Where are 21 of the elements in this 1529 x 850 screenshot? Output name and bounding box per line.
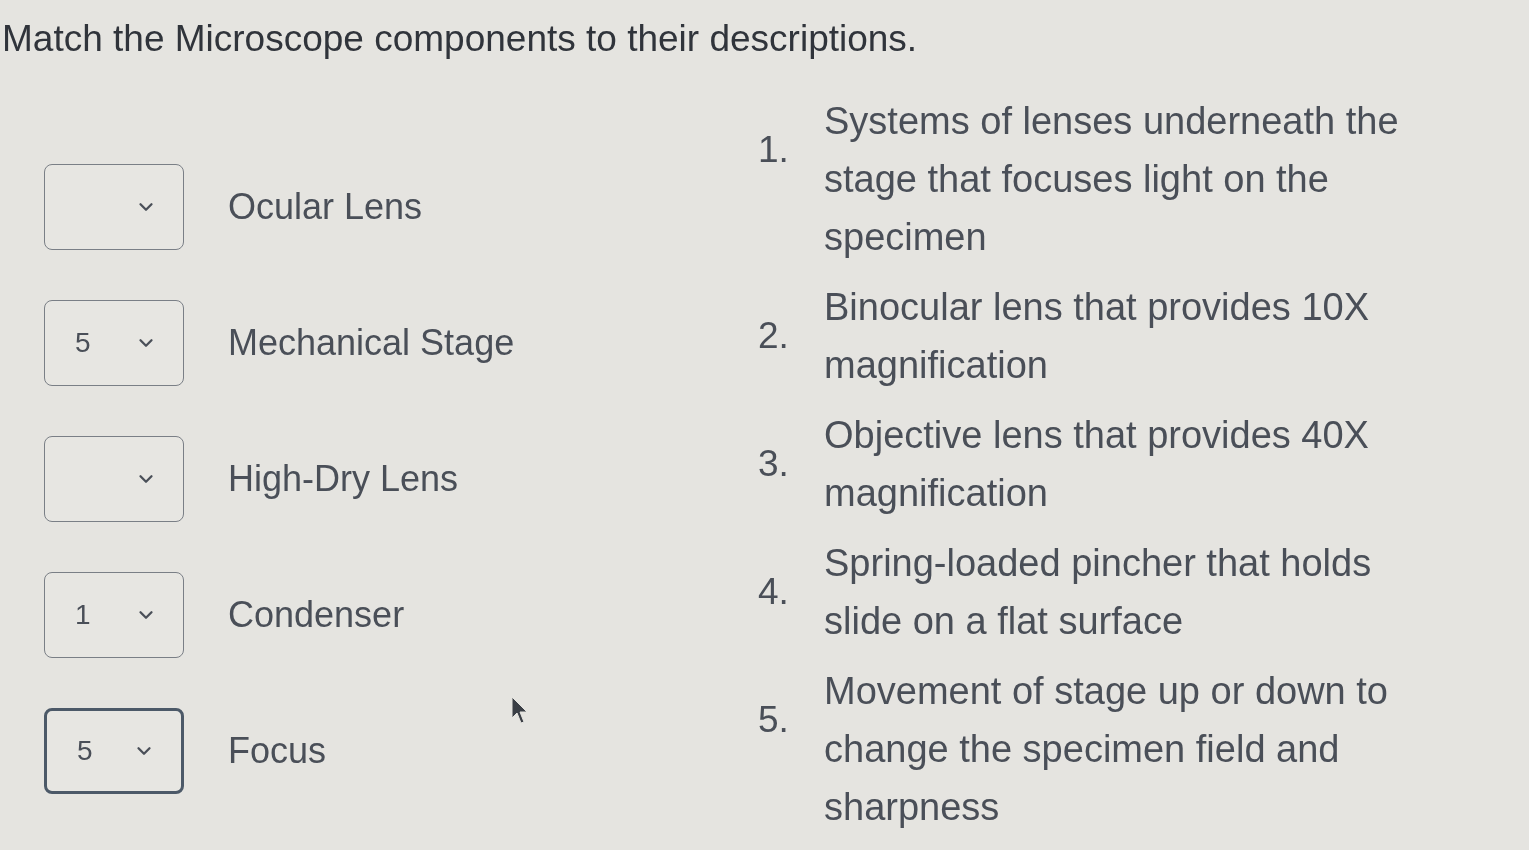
description-text: Binocular lens that provides 10X magnification bbox=[824, 285, 1370, 388]
description-text: Spring-loaded pincher that holds slide on a flat surface bbox=[824, 541, 1373, 644]
answer-dropdown[interactable]: 1 bbox=[44, 572, 184, 658]
component-label: Ocular Lens bbox=[228, 185, 423, 229]
item-number: 1. bbox=[758, 130, 790, 172]
component-label: Mechanical Stage bbox=[228, 321, 515, 365]
component-label: High-Dry Lens bbox=[228, 457, 459, 501]
item-number: 4. bbox=[758, 572, 790, 614]
item-number: 3. bbox=[758, 444, 790, 486]
component-label: Condenser bbox=[228, 593, 405, 637]
answer-dropdown[interactable] bbox=[44, 164, 184, 250]
answer-dropdown[interactable]: 5 bbox=[44, 708, 184, 794]
description-text: Objective lens that provides 40X magnification bbox=[824, 413, 1370, 516]
component-label: Focus bbox=[228, 729, 327, 773]
item-number: 5. bbox=[758, 700, 790, 742]
description-text: Systems of lenses underneath the stage that focuses light on the specimen bbox=[824, 99, 1400, 260]
answer-dropdown[interactable] bbox=[44, 436, 184, 522]
answer-dropdown[interactable]: 5 bbox=[44, 300, 184, 386]
question-title: Match the Microscope components to their descriptions. bbox=[1, 17, 918, 61]
item-number: 2. bbox=[758, 316, 790, 358]
description-text: Movement of stage up or down to change the specimen field and sharpness bbox=[824, 669, 1389, 830]
